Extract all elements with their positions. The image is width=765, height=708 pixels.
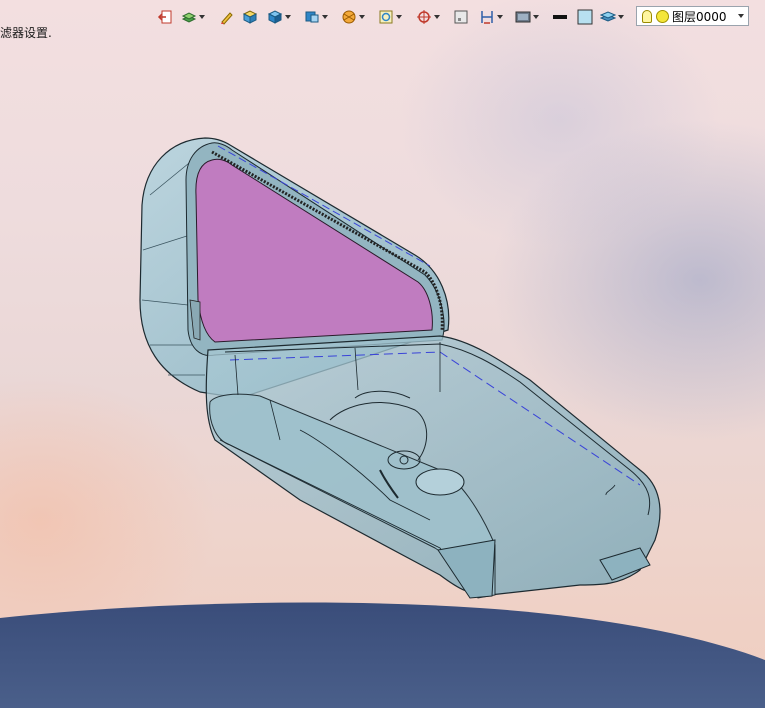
layer-stack-icon (600, 11, 616, 22)
sketch-button[interactable] (219, 8, 235, 26)
exit-sketch-button[interactable] (157, 8, 173, 26)
box-icon (242, 10, 258, 24)
layer-selector[interactable]: 图层0000 (636, 6, 749, 26)
fill-color-icon (577, 9, 593, 25)
layer-color-icon (656, 9, 669, 23)
3d-viewport[interactable]: 滤器设置. 图层0000 (0, 0, 765, 708)
layers-dropdown[interactable] (181, 8, 205, 26)
line-color-button[interactable] (552, 8, 568, 26)
layers-icon (181, 12, 197, 23)
dimension-icon (481, 11, 493, 24)
view-orientation-icon (305, 11, 319, 23)
section-view-dropdown[interactable] (341, 8, 365, 26)
box-button[interactable] (242, 8, 258, 26)
dimension-dropdown[interactable] (479, 8, 503, 26)
move-dropdown[interactable] (416, 8, 440, 26)
fill-color-button[interactable] (577, 8, 593, 26)
3d-model-case[interactable] (0, 0, 765, 708)
zoom-fit-dropdown[interactable] (378, 8, 402, 26)
frame-button[interactable] (453, 8, 469, 26)
line-color-icon (553, 15, 567, 19)
display-icon (515, 11, 531, 23)
view-toolbar: 图层0000 (0, 0, 765, 34)
display-dropdown[interactable] (515, 8, 539, 26)
chevron-down-icon[interactable] (738, 14, 744, 18)
lightbulb-icon (642, 9, 652, 23)
move-icon (417, 10, 431, 24)
view-orientation-dropdown[interactable] (304, 8, 328, 26)
zoom-fit-icon (379, 10, 393, 24)
frame-icon (454, 10, 468, 24)
layer-name: 图层0000 (672, 9, 727, 24)
display-style-dropdown[interactable] (267, 8, 291, 26)
cube-icon (267, 10, 283, 24)
pencil-icon (221, 12, 233, 25)
layer-properties-dropdown[interactable] (600, 8, 624, 26)
section-icon (342, 10, 356, 24)
exit-sketch-icon (157, 10, 172, 24)
